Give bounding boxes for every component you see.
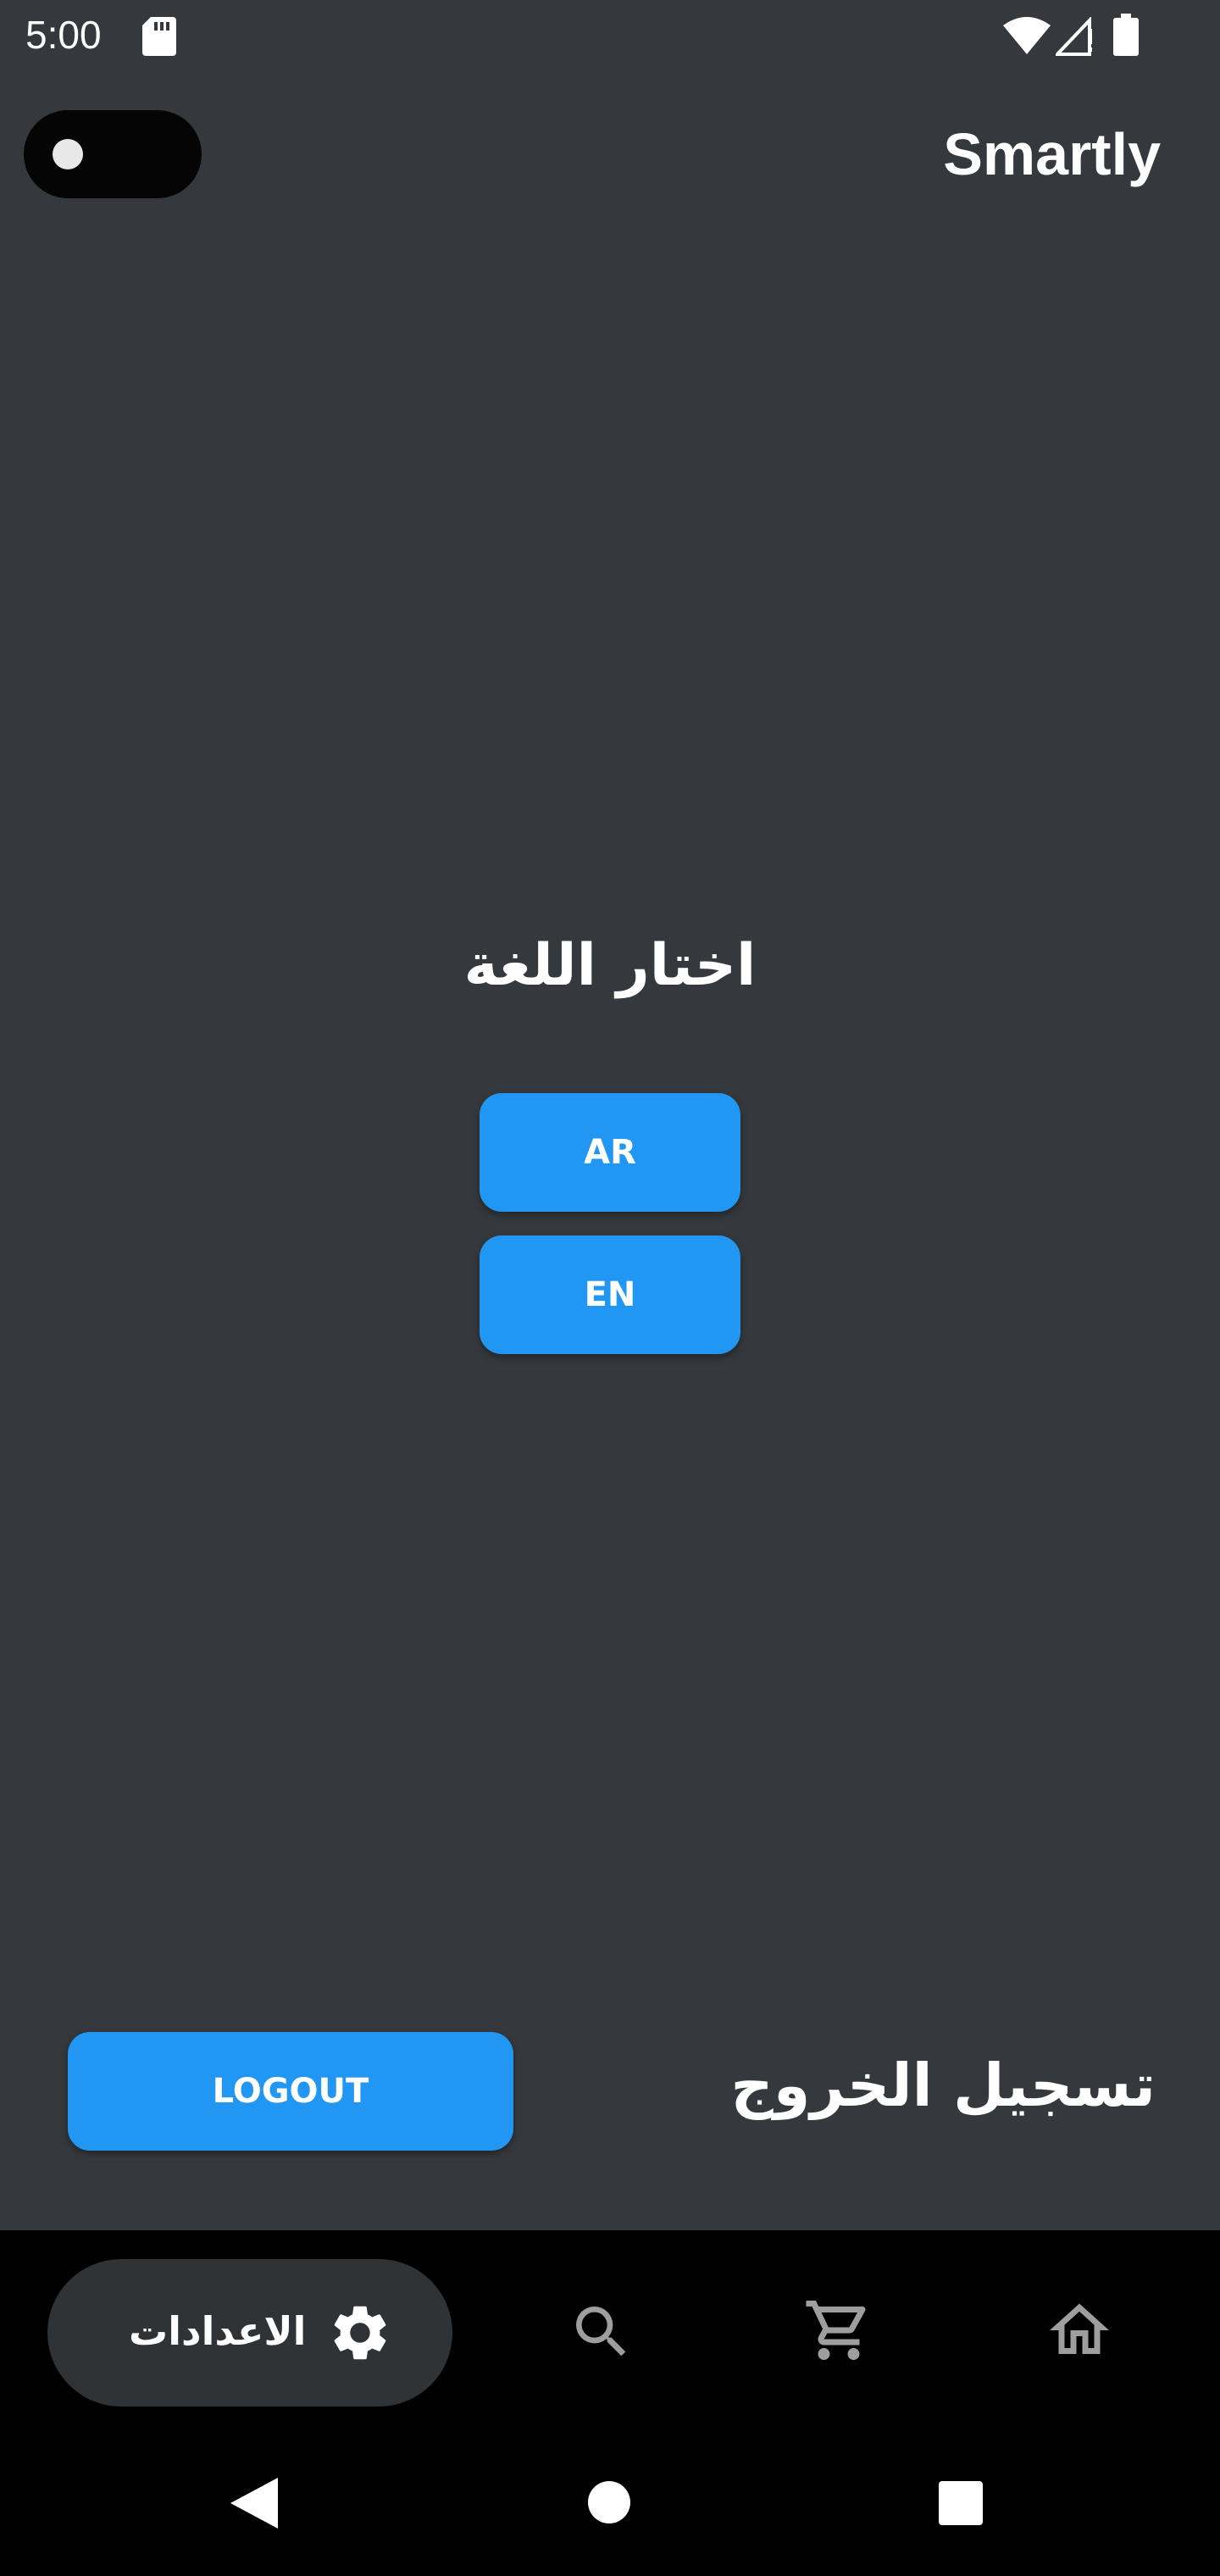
system-navigation-bar — [0, 2425, 1220, 2576]
recent-apps-icon[interactable] — [937, 2479, 984, 2527]
back-icon[interactable] — [229, 2476, 280, 2530]
nav-settings-label: الاعدادات — [129, 2308, 307, 2354]
bottom-navigation: الاعدادات — [0, 2230, 1220, 2425]
nav-item-settings[interactable]: الاعدادات — [47, 2259, 452, 2407]
battery-icon — [1113, 14, 1139, 56]
wifi-icon — [1003, 17, 1051, 54]
status-bar: 5:00 — [0, 0, 1220, 73]
sd-card-icon — [142, 17, 176, 56]
theme-toggle[interactable] — [24, 110, 202, 198]
language-heading: اختار اللغة — [463, 932, 757, 999]
english-language-button[interactable]: EN — [480, 1235, 740, 1354]
signal-icon — [1056, 17, 1092, 56]
cart-icon[interactable] — [803, 2295, 874, 2366]
home-icon[interactable] — [1044, 2295, 1115, 2366]
logout-label: تسجيل الخروج — [730, 2051, 1156, 2120]
arabic-language-button[interactable]: AR — [480, 1093, 740, 1212]
status-time: 5:00 — [25, 13, 102, 57]
home-circle-icon[interactable] — [586, 2479, 632, 2525]
toggle-knob — [53, 139, 83, 169]
search-icon[interactable] — [568, 2298, 635, 2366]
logout-button[interactable]: LOGOUT — [68, 2032, 513, 2151]
gear-icon — [334, 2306, 386, 2360]
app-title: Smartly — [943, 121, 1161, 187]
